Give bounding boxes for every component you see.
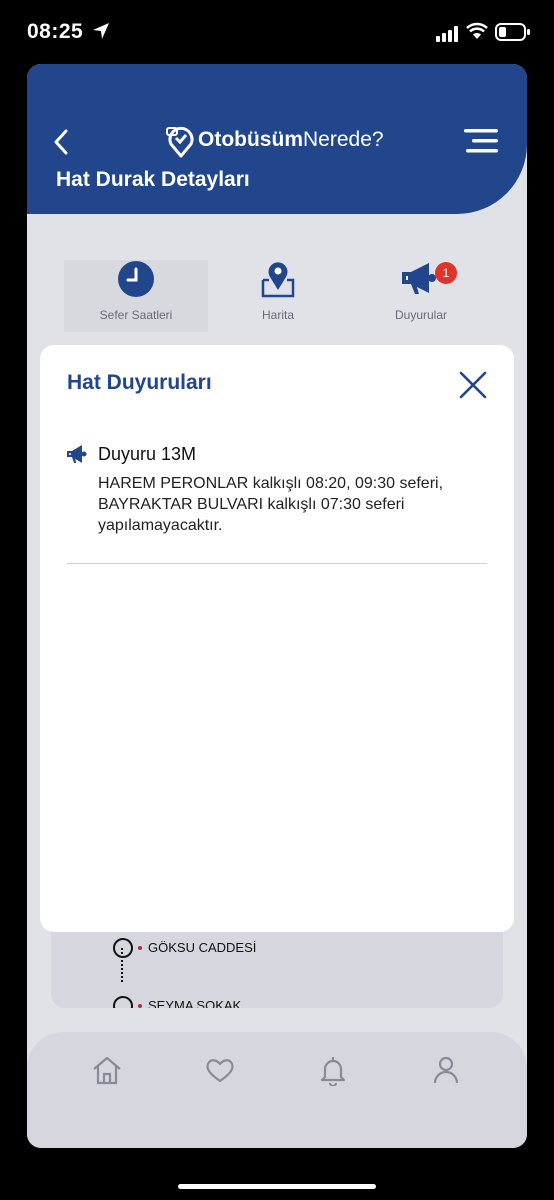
logo-light-text: Nerede? [303, 128, 384, 151]
stop-name[interactable]: GÖKSU CADDESİ [148, 940, 256, 955]
divider [67, 563, 487, 564]
user-icon[interactable] [430, 1054, 462, 1086]
bell-icon[interactable] [317, 1054, 349, 1086]
battery-icon [495, 23, 530, 41]
clock-icon [118, 261, 154, 297]
logo-pin-icon [166, 126, 194, 158]
location-arrow-icon [93, 23, 109, 39]
page-title: Hat Durak Detayları [56, 168, 250, 191]
status-bar: 08:25 [0, 0, 554, 64]
tab-label: Sefer Saatleri [99, 308, 173, 322]
home-icon[interactable] [91, 1054, 123, 1086]
app-logo: OtobüsümNerede? [198, 128, 384, 152]
heart-icon[interactable] [204, 1054, 236, 1086]
bottom-navigation [27, 1032, 527, 1148]
map-pin-icon [261, 262, 295, 298]
back-chevron-icon[interactable] [51, 128, 71, 156]
tab-label: Harita [261, 308, 294, 322]
status-time: 08:25 [27, 20, 84, 43]
tab-harita[interactable]: Harita [206, 260, 350, 332]
megaphone-icon [67, 445, 87, 463]
wifi-icon [466, 22, 488, 39]
route-line [121, 948, 123, 982]
stop-marker-icon [113, 938, 133, 958]
home-indicator[interactable] [178, 1184, 376, 1189]
signal-icon [436, 26, 458, 42]
modal-title: Hat Duyuruları [67, 371, 212, 394]
menu-icon[interactable] [464, 128, 498, 154]
stop-marker-icon [113, 996, 133, 1008]
notification-badge: 1 [435, 262, 457, 284]
announcement-body: HAREM PERONLAR kalkışlı 08:20, 09:30 sef… [98, 475, 444, 534]
close-icon[interactable] [458, 370, 488, 400]
logo-bold-text: Otobüsüm [198, 128, 303, 151]
stop-dot [138, 1004, 142, 1008]
announcement-title: Duyuru 13M [98, 444, 197, 464]
stop-dot [138, 946, 142, 950]
tab-label: Duyurular [394, 308, 448, 322]
tab-duyurular[interactable]: Duyurular [349, 260, 493, 332]
stop-name[interactable]: ŞEYMA SOKAK [148, 998, 241, 1008]
app-header: OtobüsümNerede? Hat Durak Detayları [27, 64, 527, 214]
tab-sefer-saatleri[interactable]: Sefer Saatleri [64, 260, 208, 332]
announcements-modal: Hat Duyuruları Duyuru 13M HAREM PERONLAR… [40, 345, 514, 932]
